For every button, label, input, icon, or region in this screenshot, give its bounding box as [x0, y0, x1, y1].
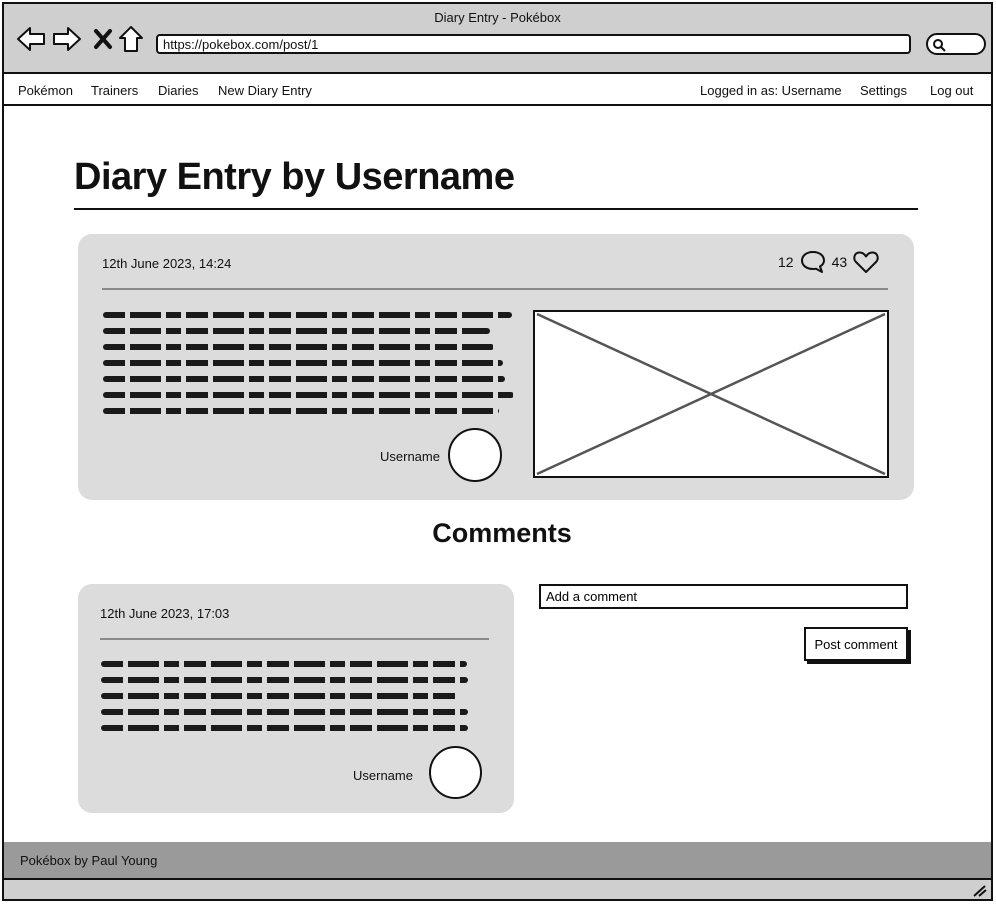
title-divider [74, 208, 918, 210]
comment-card: 12th June 2023, 17:03 Username [78, 584, 514, 813]
avatar [429, 746, 482, 799]
comment-author: Username [353, 768, 413, 783]
comment-divider [100, 638, 489, 640]
nav-new-diary-entry[interactable]: New Diary Entry [218, 83, 312, 98]
post-image-placeholder [533, 310, 889, 478]
app-navbar: Pokémon Trainers Diaries New Diary Entry… [4, 74, 991, 106]
nav-diaries[interactable]: Diaries [158, 83, 198, 98]
page-title: Diary Entry by Username [74, 156, 515, 198]
browser-window: Diary Entry - Pokébox https://pokebox.co… [2, 2, 993, 901]
avatar [448, 428, 502, 482]
post-comment-button[interactable]: Post comment [804, 627, 908, 661]
comments-heading: Comments [432, 518, 572, 548]
post-date: 12th June 2023, 14:24 [102, 256, 232, 271]
browser-toolbar: Diary Entry - Pokébox https://pokebox.co… [4, 4, 991, 74]
post-divider [102, 288, 888, 290]
like-count: 43 [831, 254, 848, 270]
page-footer: Pokébox by Paul Young [4, 842, 991, 878]
footer-text: Pokébox by Paul Young [20, 853, 158, 868]
back-icon[interactable] [16, 24, 46, 54]
nav-trainers[interactable]: Trainers [91, 83, 138, 98]
search-box[interactable] [926, 33, 986, 55]
home-icon[interactable] [116, 24, 146, 54]
nav-logout[interactable]: Log out [930, 83, 973, 98]
resize-grip-icon[interactable] [971, 883, 987, 897]
logged-in-label: Logged in as: Username [700, 83, 842, 98]
nav-pokemon[interactable]: Pokémon [18, 83, 73, 98]
browser-statusbar [4, 878, 991, 899]
comment-icon[interactable] [800, 250, 826, 274]
address-bar[interactable]: https://pokebox.com/post/1 [156, 34, 911, 54]
window-title: Diary Entry - Pokébox [434, 10, 561, 25]
heart-icon[interactable] [853, 250, 879, 274]
close-icon[interactable] [88, 24, 118, 54]
forward-icon[interactable] [52, 24, 82, 54]
comment-count: 12 [778, 254, 794, 270]
add-comment-input[interactable] [539, 584, 908, 609]
nav-settings[interactable]: Settings [860, 83, 907, 98]
search-icon [933, 39, 946, 52]
post-stats: 12 43 [778, 250, 879, 274]
comment-date: 12th June 2023, 17:03 [100, 606, 230, 621]
image-placeholder-icon [536, 312, 886, 476]
post-author: Username [380, 449, 440, 464]
